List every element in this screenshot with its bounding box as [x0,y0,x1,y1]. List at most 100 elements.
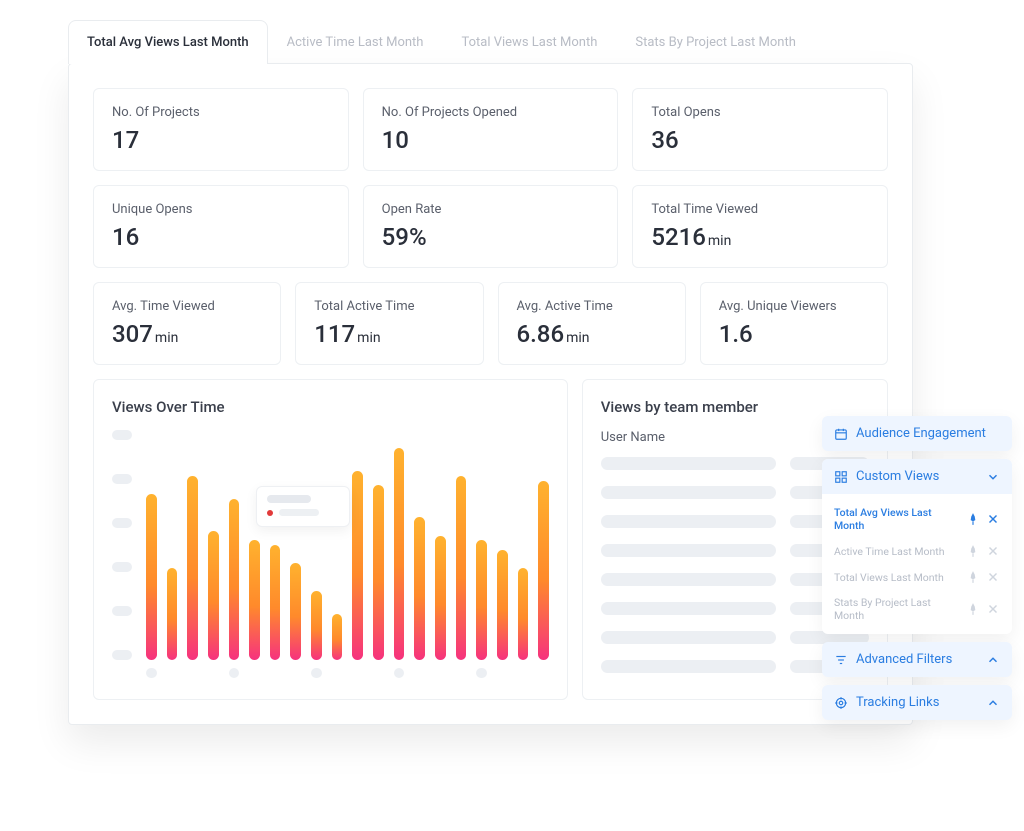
close-icon[interactable] [986,544,1000,558]
card-label: Avg. Active Time [517,299,667,314]
chevron-up-icon [986,653,1000,667]
stats-row-1: No. Of Projects 17 No. Of Projects Opene… [93,88,888,171]
view-item-total-views[interactable]: Total Views Last Month [822,564,1012,590]
card-avg-unique-viewers: Avg. Unique Viewers 1.6 [700,282,888,365]
card-label: Avg. Time Viewed [112,299,262,314]
chevron-up-icon [986,696,1000,710]
grid-icon [834,470,848,484]
card-value: 307min [112,320,262,348]
card-avg-active-time: Avg. Active Time 6.86min [498,282,686,365]
card-value: 36 [651,126,869,154]
card-value: 6.86min [517,320,667,348]
sp-label: Advanced Filters [856,652,952,667]
card-label: Unique Opens [112,202,330,217]
view-item-stats-project[interactable]: Stats By Project Last Month [822,590,1012,628]
card-no-projects-opened: No. Of Projects Opened 10 [363,88,619,171]
close-icon[interactable] [986,602,1000,616]
pin-icon[interactable] [966,570,980,584]
bar[interactable] [270,545,281,660]
bar[interactable] [373,485,384,660]
bar[interactable] [167,568,178,660]
bar[interactable] [414,517,425,660]
card-label: Total Time Viewed [651,202,869,217]
pin-icon[interactable] [966,512,980,526]
pin-icon[interactable] [966,544,980,558]
card-value: 16 [112,223,330,251]
card-value: 10 [382,126,600,154]
sp-advanced-filters[interactable]: Advanced Filters [822,642,1012,677]
view-item-avg-views[interactable]: Total Avg Views Last Month [822,500,1012,538]
filter-icon [834,653,848,667]
view-label: Stats By Project Last Month [834,596,960,622]
card-label: Total Opens [651,105,869,120]
custom-views-list: Total Avg Views Last Month Active Time L… [822,494,1012,634]
close-icon[interactable] [986,570,1000,584]
card-value: 59% [382,223,600,251]
bar[interactable] [249,540,260,660]
bar[interactable] [538,481,549,660]
bar[interactable] [208,531,219,660]
bar[interactable] [435,536,446,660]
bar[interactable] [394,448,405,660]
bar[interactable] [456,476,467,660]
views-over-time-chart: Views Over Time [93,379,568,700]
view-label: Active Time Last Month [834,545,945,558]
dashboard-panel: No. Of Projects 17 No. Of Projects Opene… [68,63,913,725]
col-username: User Name [601,430,665,445]
bar[interactable] [290,563,301,660]
bar[interactable] [497,550,508,660]
tab-bar: Total Avg Views Last Month Active Time L… [22,20,1002,64]
card-unique-opens: Unique Opens 16 [93,185,349,268]
bar[interactable] [332,614,343,660]
card-total-active-time: Total Active Time 117min [295,282,483,365]
chevron-down-icon [986,470,1000,484]
sp-custom-views: Custom Views Total Avg Views Last Month … [822,459,1012,634]
card-total-time-viewed: Total Time Viewed 5216min [632,185,888,268]
card-label: No. Of Projects [112,105,330,120]
sp-tracking-links[interactable]: Tracking Links [822,685,1012,720]
chart-tooltip [256,486,350,527]
card-value: 1.6 [719,320,869,348]
stats-row-2: Unique Opens 16 Open Rate 59% Total Time… [93,185,888,268]
close-icon[interactable] [986,512,1000,526]
card-value: 17 [112,126,330,154]
card-value: 117min [314,320,464,348]
sp-label: Audience Engagement [856,426,986,441]
tab-stats-project[interactable]: Stats By Project Last Month [616,20,815,64]
sp-audience-engagement[interactable]: Audience Engagement [822,416,1012,451]
card-label: Total Active Time [314,299,464,314]
card-avg-time-viewed: Avg. Time Viewed 307min [93,282,281,365]
bar[interactable] [187,476,198,660]
card-value: 5216min [651,223,869,251]
tab-avg-views[interactable]: Total Avg Views Last Month [68,20,268,64]
tab-active-time[interactable]: Active Time Last Month [268,20,443,64]
bar[interactable] [146,494,157,660]
side-panel: Audience Engagement Custom Views Total A… [822,416,1012,720]
view-item-active-time[interactable]: Active Time Last Month [822,538,1012,564]
card-no-projects: No. Of Projects 17 [93,88,349,171]
bar-series [146,430,549,660]
card-label: No. Of Projects Opened [382,105,600,120]
pin-icon[interactable] [966,602,980,616]
card-label: Avg. Unique Viewers [719,299,869,314]
view-label: Total Views Last Month [834,571,944,584]
y-axis [112,430,142,660]
view-label: Total Avg Views Last Month [834,506,960,532]
bar[interactable] [229,499,240,660]
stats-row-3: Avg. Time Viewed 307min Total Active Tim… [93,282,888,365]
target-icon [834,696,848,710]
tab-total-views[interactable]: Total Views Last Month [442,20,616,64]
sp-custom-views-header[interactable]: Custom Views [822,459,1012,494]
charts-row: Views Over Time Views [93,379,888,700]
x-axis [146,668,549,680]
calendar-icon [834,427,848,441]
sp-label: Tracking Links [856,695,939,710]
sp-label: Custom Views [856,469,939,484]
chart-title: Views Over Time [112,398,549,416]
bar[interactable] [311,591,322,660]
bar[interactable] [518,568,529,660]
card-label: Open Rate [382,202,600,217]
bar[interactable] [352,471,363,660]
bar[interactable] [476,540,487,660]
card-open-rate: Open Rate 59% [363,185,619,268]
